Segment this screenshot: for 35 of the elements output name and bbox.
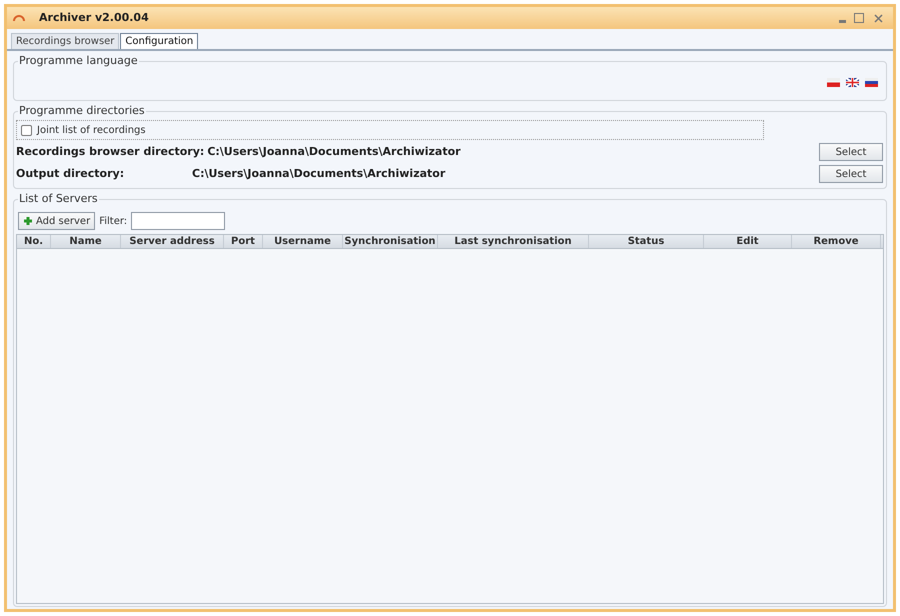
column-header[interactable]: Name — [51, 235, 121, 248]
column-header[interactable]: Last synchronisation — [438, 235, 589, 248]
flag-icon[interactable] — [846, 78, 859, 87]
column-header[interactable]: Edit — [704, 235, 792, 248]
column-header[interactable]: Synchronisation — [343, 235, 438, 248]
checkbox-square[interactable] — [21, 124, 32, 136]
maximize-icon[interactable] — [854, 13, 864, 23]
directory-path: C:\Users\Joanna\Documents\Archiwizator — [207, 144, 461, 160]
group-title: Programme language — [18, 54, 139, 68]
group-title: Programme directories — [18, 104, 146, 118]
directory-label: Output directory: — [16, 166, 126, 182]
column-header[interactable]: Server address — [121, 235, 224, 248]
directory-path: C:\Users\Joanna\Documents\Archiwizator — [192, 166, 446, 182]
filter-field[interactable] — [131, 212, 226, 230]
plus-icon — [23, 216, 33, 226]
add-server-button[interactable]: Add server — [18, 212, 96, 230]
column-header[interactable]: Username — [263, 235, 343, 248]
app-icon — [13, 14, 25, 22]
column-header[interactable]: No. — [17, 235, 51, 248]
flag-icon[interactable] — [827, 78, 840, 87]
tab[interactable]: Configuration — [120, 33, 198, 49]
column-header[interactable]: Remove — [792, 235, 881, 248]
select-button[interactable]: Select — [819, 143, 883, 161]
filter-label: Filter: — [99, 214, 128, 228]
window-title: Archiver v2.00.04 — [39, 10, 149, 26]
close-icon[interactable] — [874, 14, 883, 22]
select-button[interactable]: Select — [819, 165, 883, 183]
tab[interactable]: Recordings browser — [11, 33, 120, 49]
minimize-icon[interactable] — [839, 20, 846, 22]
column-header[interactable]: Port — [224, 235, 263, 248]
joint-list-checkbox[interactable]: Joint list of recordings — [16, 120, 764, 140]
column-header[interactable]: Status — [589, 235, 704, 248]
flag-icon[interactable] — [865, 78, 878, 87]
directory-label: Recordings browser directory: — [16, 144, 206, 160]
checkbox-label: Joint list of recordings — [37, 124, 146, 138]
